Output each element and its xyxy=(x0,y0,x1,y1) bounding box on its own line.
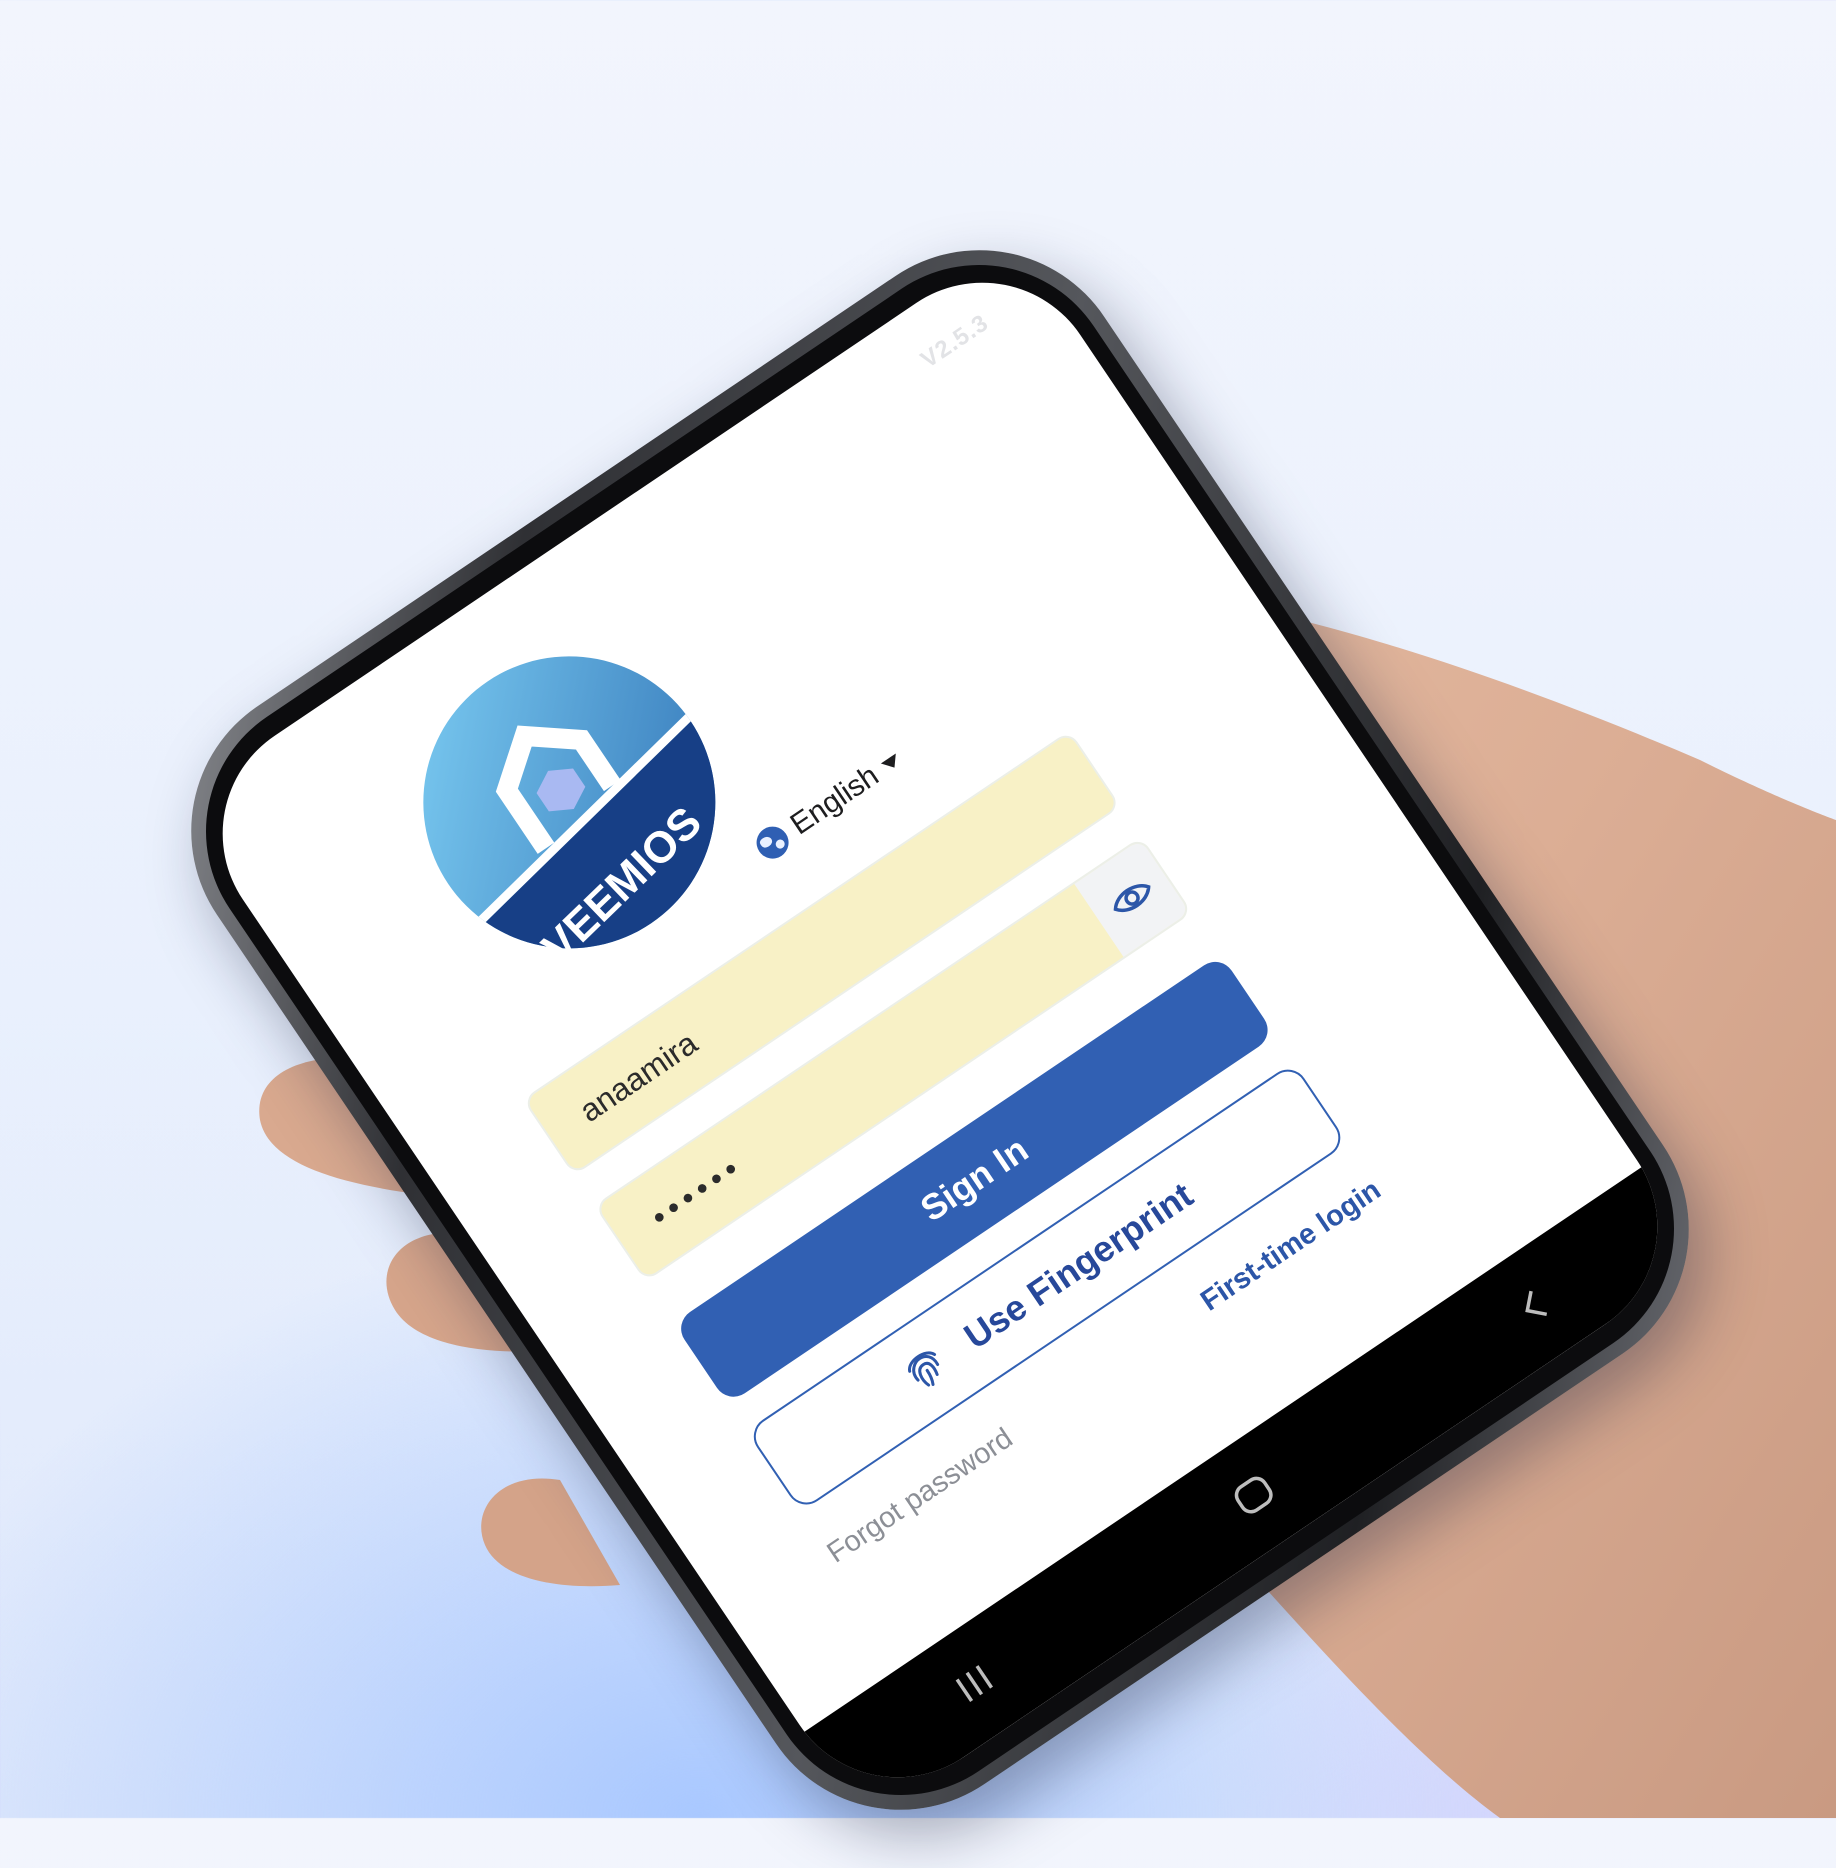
home-icon xyxy=(1234,1476,1273,1514)
veemios-logo: VEEMIOS xyxy=(423,656,773,1006)
back-icon xyxy=(1524,1290,1547,1317)
language-label: English xyxy=(784,758,885,842)
username-value: anaamira xyxy=(572,1024,704,1129)
caret-down-icon xyxy=(880,752,902,772)
fingerprint-icon xyxy=(908,1351,940,1387)
password-value: •••••• xyxy=(644,1147,750,1235)
app-version: V2.5.3 xyxy=(916,309,994,374)
recent-apps-icon xyxy=(955,1664,994,1702)
language-selector[interactable]: English xyxy=(750,743,909,865)
eye-icon xyxy=(1113,884,1151,913)
show-password-toggle[interactable] xyxy=(1074,839,1190,957)
